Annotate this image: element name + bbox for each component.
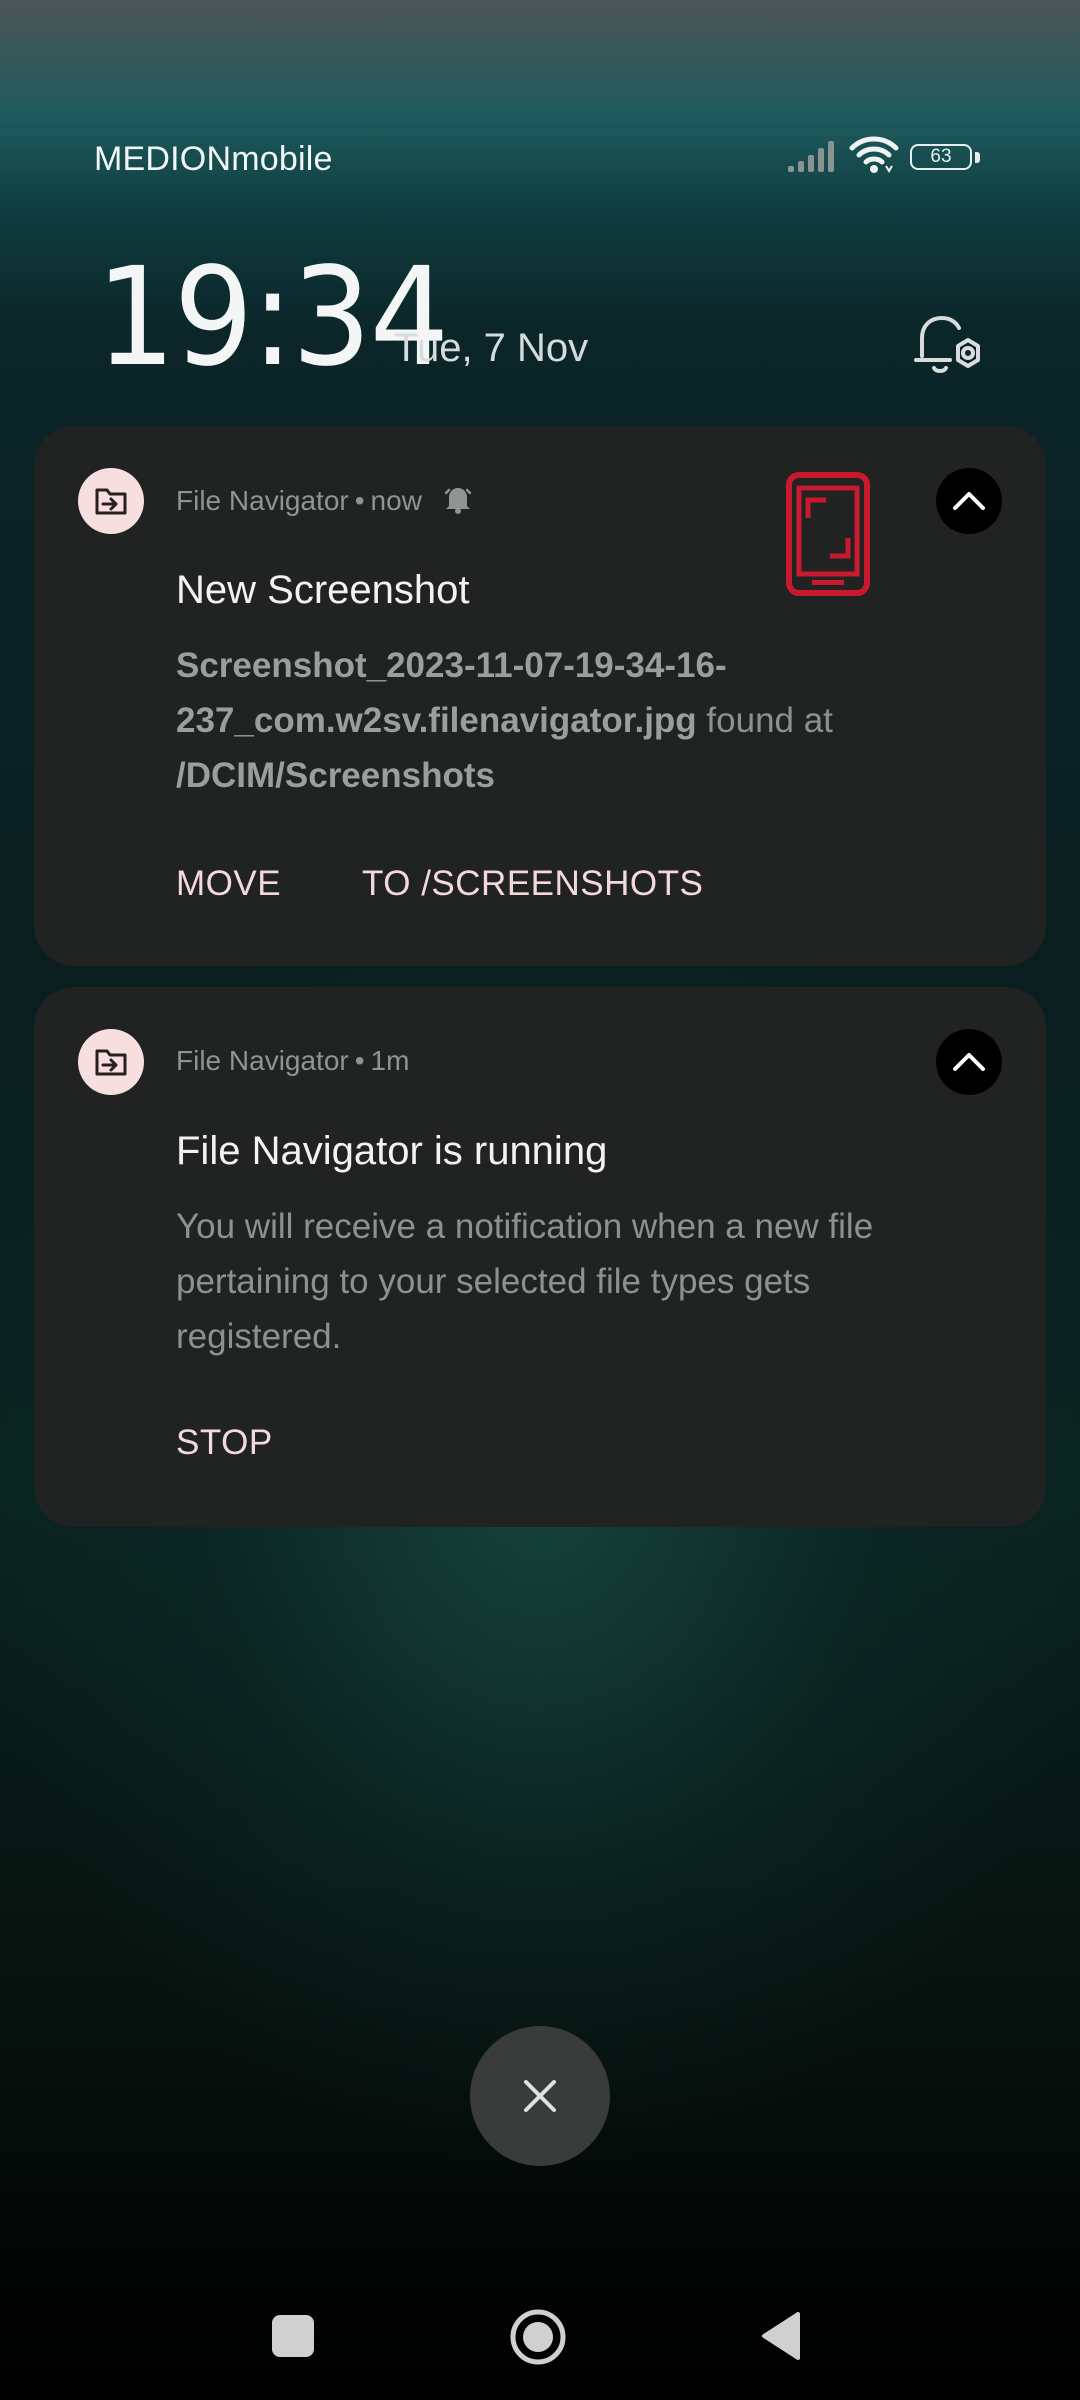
notification-body: Screenshot_2023-11-07-19-34-16-237_com.w… [176,638,976,803]
notification-card-new-screenshot[interactable]: File Navigator • now New Screenshot Screen… [34,426,1046,966]
notification-title: New Screenshot [176,568,470,612]
move-action-button[interactable]: MOVE [176,864,281,904]
status-bar: MEDIONmobile 63 [0,0,1080,200]
move-to-screenshots-action-button[interactable]: TO /SCREENSHOTS [362,864,703,904]
wifi-icon [849,136,899,173]
lockscreen-date: Tue, 7 Nov [394,326,589,370]
app-name: File Navigator [176,485,349,516]
file-navigator-app-icon [78,468,144,534]
close-icon [524,2080,556,2112]
folder-arrow-icon [95,488,127,515]
battery-nub [975,152,980,163]
notification-card-running[interactable]: File Navigator • 1m File Navigator is runn… [34,987,1046,1527]
notification-settings-icon[interactable] [912,310,988,380]
chevron-up-icon [953,1053,985,1071]
home-button[interactable] [509,2308,567,2366]
file-navigator-app-icon [78,1029,144,1095]
notification-title: File Navigator is running [176,1129,608,1173]
app-name: File Navigator [176,1045,349,1076]
carrier-name: MEDIONmobile [94,140,333,178]
notification-meta: File Navigator • now [176,484,472,517]
signal-bars-icon [788,141,834,172]
screenshot-path: /DCIM/Screenshots [176,756,495,795]
lockscreen-clock: 19:34 [96,239,449,397]
clear-notifications-button[interactable] [470,2026,610,2166]
collapse-button[interactable] [936,468,1002,534]
notification-time: 1m [370,1045,410,1076]
notification-meta: File Navigator • 1m [176,1045,410,1076]
bell-alert-icon [444,488,471,514]
notification-time: now [370,485,422,516]
back-button[interactable] [758,2310,804,2362]
stop-action-button[interactable]: STOP [176,1423,273,1463]
body-text: found at [696,701,833,740]
recents-button[interactable] [272,2315,314,2357]
chevron-up-icon [953,492,985,510]
screenshot-filename: Screenshot_2023-11-07-19-34-16-237_com.w… [176,646,727,740]
screenshot-thumbnail-icon [786,472,870,596]
notification-body: You will receive a notification when a n… [176,1207,874,1356]
folder-arrow-icon [95,1049,127,1076]
collapse-button[interactable] [936,1029,1002,1095]
battery-indicator: 63 [910,144,972,170]
